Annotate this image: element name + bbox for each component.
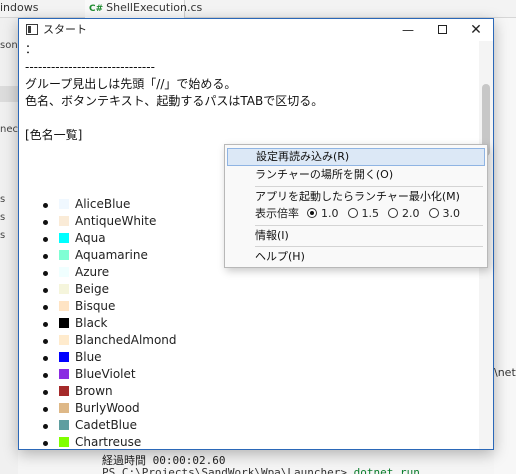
color-name: Aqua (75, 231, 106, 245)
ide-tab-label: ShellExecution.cs (106, 1, 203, 14)
color-name: AntiqueWhite (75, 214, 157, 228)
maximize-button[interactable] (425, 19, 459, 41)
color-swatch (59, 199, 69, 209)
menu-separator (255, 186, 483, 187)
color-swatch (59, 318, 69, 328)
color-swatch (59, 267, 69, 277)
zoom-option-label: 2.0 (402, 207, 420, 220)
radio-icon[interactable] (347, 208, 358, 218)
color-name: BlanchedAlmond (75, 333, 177, 347)
zoom-option-1-5[interactable]: 1.5 (347, 205, 380, 223)
ide-tree-fragment[interactable]: s (0, 194, 5, 205)
color-swatch (59, 403, 69, 413)
bullet-icon (43, 339, 48, 344)
ide-tab-shellexecution[interactable]: C# ShellExecution.cs (85, 0, 202, 18)
menu-separator (255, 246, 483, 247)
color-swatch (59, 284, 69, 294)
color-swatch (59, 420, 69, 430)
content-line: 色名、ボタンテキスト、起動するパスはTABで区切る。 (25, 94, 324, 108)
color-name: BurlyWood (75, 401, 140, 415)
bullet-icon (43, 254, 48, 259)
bullet-icon (43, 441, 48, 446)
csharp-file-icon: C# (89, 4, 104, 14)
menu-item-help[interactable]: ヘルプ(H) (227, 248, 485, 266)
color-name: Blue (75, 350, 102, 364)
bullet-icon (43, 237, 48, 242)
menu-item-minimize-on-launch[interactable]: アプリを起動したらランチャー最小化(M) (227, 188, 485, 206)
ide-tree-fragment[interactable]: s (0, 212, 5, 223)
zoom-option-label: 1.0 (321, 207, 339, 220)
ide-tab-bar: indows C# ShellExecution.cs (0, 0, 516, 18)
color-name: BlueViolet (75, 367, 136, 381)
zoom-option-3-0[interactable]: 3.0 (428, 205, 461, 223)
app-window-icon (26, 24, 38, 35)
color-swatch (59, 369, 69, 379)
color-swatch (59, 233, 69, 243)
content-line: グループ見出しは先頭「//」で始める。 (25, 77, 237, 91)
color-swatch (59, 437, 69, 447)
zoom-option-label: 1.5 (361, 207, 380, 220)
radio-selected-icon[interactable] (307, 208, 317, 218)
ide-tab-left-fragment[interactable]: indows (0, 0, 38, 18)
color-swatch (59, 216, 69, 226)
maximize-icon (437, 25, 447, 34)
bullet-icon (43, 322, 48, 327)
menu-item-info[interactable]: 情報(I) (227, 227, 485, 245)
bullet-icon (43, 424, 48, 429)
ide-tree-fragment[interactable]: neco (0, 124, 18, 135)
context-menu: 設定再読み込み(R) ランチャーの場所を開く(O) アプリを起動したらランチャー… (224, 144, 488, 268)
ide-solution-explorer: son neco s s s (0, 18, 18, 474)
bullet-icon (43, 390, 48, 395)
terminal-prompt-path: PS C:\Projects\SandWork\Wpa\Launcher> (102, 466, 348, 474)
divider-text: ------------------------------ (25, 60, 155, 74)
ide-right-panel: \net (494, 18, 516, 474)
zoom-option-1-0[interactable]: 1.0 (307, 205, 339, 223)
color-name: Azure (75, 265, 110, 279)
color-name: Beige (75, 282, 109, 296)
terminal-command: dotnet run (353, 466, 420, 474)
ide-tree-fragment[interactable]: son (0, 40, 18, 51)
color-swatch (59, 250, 69, 260)
terminal-prompt-line: PS C:\Projects\SandWork\Wpa\Launcher> do… (102, 466, 420, 474)
zoom-option-label: 3.0 (442, 207, 461, 220)
menu-item-reload-settings[interactable]: 設定再読み込み(R) (227, 148, 485, 166)
color-swatch (59, 335, 69, 345)
bullet-icon (43, 271, 48, 276)
minimize-button[interactable]: — (391, 19, 425, 41)
bullet-icon (43, 288, 48, 293)
zoom-option-2-0[interactable]: 2.0 (388, 205, 420, 223)
color-name: Black (75, 316, 108, 330)
title-bar[interactable]: スタート — ✕ (19, 19, 493, 41)
radio-icon[interactable] (388, 208, 398, 218)
window-title: スタート (43, 23, 87, 36)
radio-icon[interactable] (428, 208, 439, 218)
section-heading: [色名一覧] (25, 128, 83, 142)
bullet-icon (43, 373, 48, 378)
color-name: AliceBlue (75, 197, 131, 211)
color-name: Chartreuse (75, 435, 142, 449)
color-swatch (59, 352, 69, 362)
ide-tree-fragment[interactable]: s (0, 230, 5, 241)
bullet-icon (43, 305, 48, 310)
menu-item-open-location[interactable]: ランチャーの場所を開く(O) (227, 166, 485, 184)
color-name: Brown (75, 384, 113, 398)
color-name: Bisque (75, 299, 116, 313)
zoom-row: 表示倍率 1.0 1.5 2.0 3.0 (227, 205, 485, 223)
content-line: ： (25, 42, 38, 56)
color-name: Aquamarine (75, 248, 148, 262)
close-button[interactable]: ✕ (459, 19, 493, 41)
ide-right-fragment: \net (494, 366, 516, 379)
ide-selected-row (0, 86, 18, 102)
color-name: CadetBlue (75, 418, 137, 432)
menu-separator (255, 225, 483, 226)
color-swatch (59, 386, 69, 396)
bullet-icon (43, 407, 48, 412)
bullet-icon (43, 356, 48, 361)
bullet-icon (43, 220, 48, 225)
zoom-label: 表示倍率 (255, 207, 299, 220)
color-swatch (59, 301, 69, 311)
bullet-icon (43, 203, 48, 208)
